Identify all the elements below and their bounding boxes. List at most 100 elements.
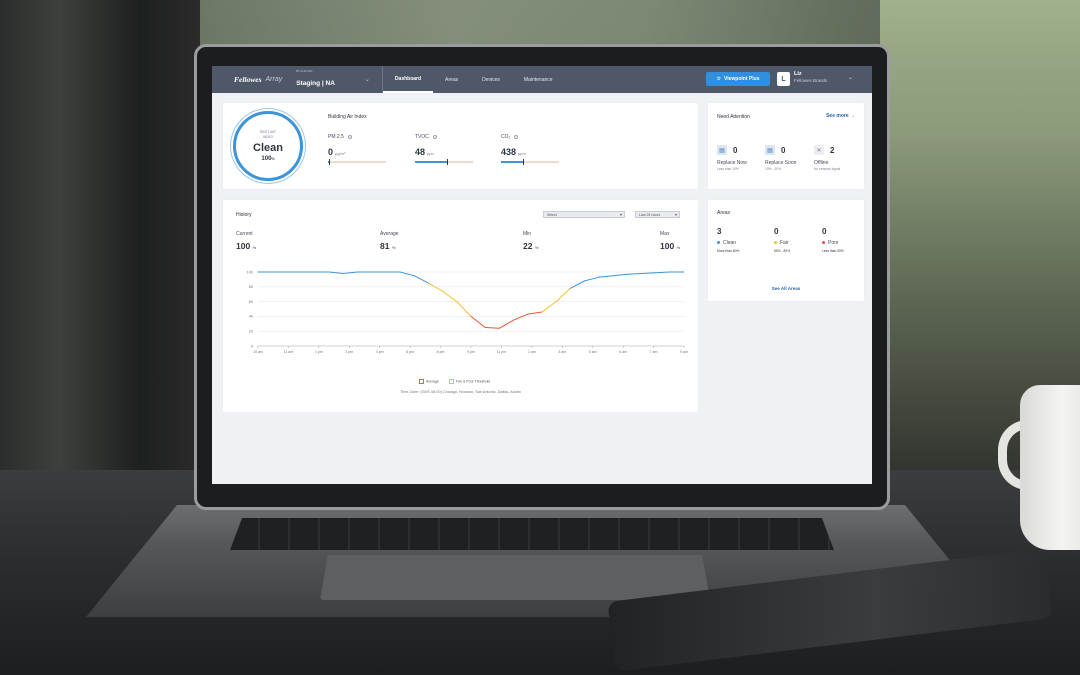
areas-card: Areas 3 Clean More than 80% 0 Fair 50% -… — [708, 200, 864, 301]
series-segment — [470, 315, 486, 328]
coffee-mug — [1020, 385, 1080, 550]
y-tick-label: 0 — [251, 344, 253, 348]
chevron-down-icon[interactable]: ⌄ — [848, 74, 853, 81]
legend-threshold[interactable]: Fair & Poor Threshold — [448, 379, 490, 384]
series-segment — [541, 301, 557, 313]
info-icon[interactable] — [432, 134, 437, 139]
user-menu[interactable]: Liz Fellowes Brands — [794, 71, 827, 83]
x-tick-label: 8 pm — [437, 350, 445, 354]
series-segment — [584, 276, 600, 282]
stat-current: Current 100 % — [236, 231, 257, 251]
x-tick-label: 3 am — [558, 350, 566, 354]
fair-dot-icon — [774, 241, 777, 245]
laptop-trackpad — [320, 555, 710, 600]
area-fair[interactable]: 0 Fair 50% - 80% — [774, 227, 824, 253]
filter-icon: ▤ — [717, 145, 727, 155]
x-tick-label: 4 pm — [376, 350, 384, 354]
user-name: Liz — [794, 71, 802, 77]
x-tick-label: 3 pm — [345, 350, 353, 354]
areas-title: Areas — [717, 210, 731, 216]
y-tick-label: 20 — [249, 330, 253, 334]
star-icon: ☆ — [716, 76, 721, 82]
info-icon[interactable] — [514, 134, 519, 139]
air-index-card: BEST AIR INDEX Clean 100% Building Air I… — [223, 103, 698, 189]
series-segment — [527, 311, 543, 315]
see-more-link[interactable]: See more → — [826, 113, 855, 119]
series-segment — [626, 272, 642, 275]
info-icon[interactable] — [347, 134, 352, 139]
air-percent: 100% — [261, 155, 275, 162]
metric-bar — [415, 159, 473, 165]
air-index-title: Building Air Index — [328, 114, 367, 120]
series-segment — [484, 327, 500, 329]
series-segment — [413, 275, 429, 284]
viewpoint-plus-label: Viewpoint Plus — [724, 76, 760, 82]
series-segment — [427, 282, 444, 292]
ring-label: BEST AIR INDEX — [260, 130, 276, 139]
history-card: History Select Last 24 hours Current 100… — [223, 200, 698, 412]
series-segment — [555, 287, 571, 303]
top-bar: Fellowes Array BUILDING Staging | NA ⌄ D… — [212, 66, 872, 93]
metric-pm25: PM 2.5 0 μg/m³ — [328, 134, 403, 165]
series-segment — [513, 313, 529, 321]
see-all-areas-link[interactable]: See All Areas — [708, 286, 864, 291]
building-value: Staging | NA — [296, 80, 335, 87]
building-selector[interactable]: BUILDING Staging | NA — [296, 70, 335, 89]
y-tick-label: 100 — [247, 270, 253, 274]
area-poor[interactable]: 0 Poor Less than 50% — [822, 227, 872, 253]
brand-logo[interactable]: Fellowes — [234, 75, 262, 84]
legend-average[interactable]: Average — [419, 379, 439, 384]
y-tick-label: 80 — [249, 285, 253, 289]
metric-bar — [501, 159, 559, 165]
stat-min: Min 22 % — [523, 231, 539, 251]
avatar[interactable]: L — [777, 72, 790, 86]
metric-bar — [328, 159, 386, 165]
nav-devices[interactable]: Devices — [470, 66, 512, 93]
area-clean[interactable]: 3 Clean More than 80% — [717, 227, 767, 253]
history-title: History — [236, 212, 252, 218]
poor-dot-icon — [822, 241, 825, 245]
time-range-select[interactable]: Last 24 hours — [635, 211, 680, 218]
history-chart: 0 20 40 60 80 100 10 am 11 am 1 pm 3 pm 4 pm 6 pm 8 … — [247, 270, 688, 354]
x-tick-label: 11 pm — [497, 350, 507, 354]
chart-legend: Average Fair & Poor Threshold — [419, 379, 490, 384]
metric-tvoc: TVOC 48 ppb — [415, 134, 490, 165]
series-segment — [498, 319, 515, 329]
series-segment — [442, 290, 458, 303]
x-tick-label: 1 am — [528, 350, 536, 354]
background-left — [0, 0, 200, 470]
need-attention-card: Need Attention See more → ▤ 0 Replace Now… — [708, 103, 864, 189]
attention-replace-soon[interactable]: ▤ 0 Replace Soon 10% - 20% — [765, 145, 813, 171]
clean-dot-icon — [717, 241, 720, 245]
air-index-ring: BEST AIR INDEX Clean 100% — [233, 111, 303, 181]
attention-offline[interactable]: ✕ 2 Offline No network signal — [814, 145, 862, 171]
metric-co2: CO₂ 438 ppm — [501, 134, 576, 165]
building-label: BUILDING — [296, 69, 313, 73]
x-tick-label: 9 am — [680, 350, 688, 354]
series-segment — [399, 271, 415, 277]
x-tick-label: 10 am — [253, 350, 263, 354]
nav-maintenance[interactable]: Maintenance — [512, 66, 565, 93]
area-select[interactable]: Select — [543, 211, 625, 218]
viewpoint-plus-button[interactable]: ☆ Viewpoint Plus — [706, 72, 770, 86]
attention-replace-now[interactable]: ▤ 0 Replace Now Less than 10% — [717, 145, 765, 171]
laptop-keyboard — [230, 518, 834, 550]
chevron-down-icon[interactable]: ⌄ — [365, 76, 370, 83]
x-tick-label: 6 am — [619, 350, 627, 354]
brand-sub: Array — [265, 76, 283, 83]
x-tick-label: 11 am — [284, 350, 294, 354]
x-tick-label: 9 pm — [467, 350, 475, 354]
no-signal-icon: ✕ — [814, 145, 824, 155]
x-tick-label: 5 am — [589, 350, 597, 354]
series-segment — [640, 272, 657, 274]
y-tick-label: 60 — [249, 300, 253, 304]
nav-areas[interactable]: Areas — [433, 66, 470, 93]
timezone-note: Time Zone: (GMT-06:00) Chicago, Houston,… — [400, 390, 521, 394]
x-tick-label: 7 am — [650, 350, 658, 354]
series-segment — [456, 301, 472, 317]
user-company: Fellowes Brands — [794, 77, 828, 83]
nav-dashboard[interactable]: Dashboard — [382, 66, 434, 93]
air-status: Clean — [253, 141, 283, 154]
series-segment — [598, 275, 614, 278]
main-nav: Dashboard Areas Devices Maintenance — [381, 66, 565, 93]
